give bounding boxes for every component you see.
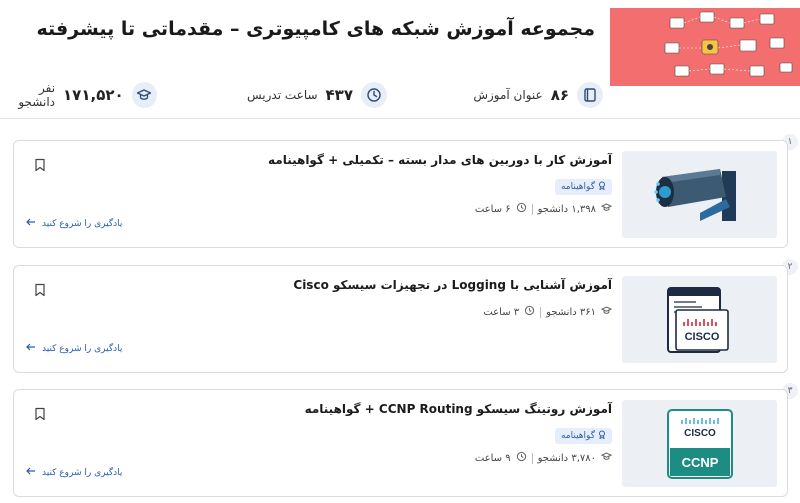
start-learning-label: یادگیری را شروع کنید (42, 467, 123, 478)
course-title[interactable]: آموزش آشنایی با Logging در تجهیزات سیسکو… (293, 278, 612, 292)
bookmark-icon[interactable] (34, 407, 46, 421)
course-duration: ۹ ساعت (474, 452, 511, 464)
cctv-camera-icon (654, 169, 736, 221)
graduation-cap-icon (600, 305, 613, 319)
certificate-icon (598, 181, 606, 193)
course-thumbnail[interactable] (622, 151, 777, 238)
arrow-left-icon (26, 467, 36, 478)
stat-hours: ۴۳۷ ساعت تدریس (247, 80, 387, 110)
header-divider (0, 118, 800, 119)
start-learning-link[interactable]: یادگیری را شروع کنید (26, 467, 122, 478)
stat-courses-value: ۸۶ (550, 86, 569, 104)
course-duration: ۳ ساعت (483, 306, 520, 318)
stat-courses-label: عنوان آموزش (473, 88, 543, 102)
stat-students-label: نفر دانشجو (18, 81, 56, 109)
stat-students: ۱۷۱,۵۲۰ نفر دانشجو (0, 80, 157, 110)
course-students: ۱,۳۹۸ دانشجو (537, 203, 596, 215)
course-title[interactable]: آموزش کار با دوربین های مدار بسته – تکمی… (268, 153, 612, 167)
course-duration: ۶ ساعت (474, 203, 511, 215)
stat-hours-label: ساعت تدریس (246, 88, 318, 102)
course-students: ۳,۷۸۰ دانشجو (537, 452, 596, 464)
graduation-cap-icon (131, 82, 157, 108)
ccnp-badge-icon: CISCO CCNP (667, 409, 733, 479)
certificate-badge: گواهینامه (554, 428, 612, 444)
course-thumbnail[interactable]: CISCO CCNP (622, 400, 777, 487)
arrow-left-icon (26, 343, 36, 354)
certificate-label: گواهینامه (560, 431, 595, 441)
course-meta: ۱,۳۹۸ دانشجو ۶ ساعت (474, 202, 613, 216)
clock-icon (361, 82, 387, 108)
certificate-icon (598, 430, 606, 442)
course-card[interactable]: CISCO آموزش آشنایی با Logging در تجهیزات… (13, 265, 788, 373)
stat-hours-value: ۴۳۷ (325, 86, 353, 104)
course-card[interactable]: آموزش کار با دوربین های مدار بسته – تکمی… (13, 140, 788, 248)
clock-icon (516, 202, 527, 216)
book-icon (577, 82, 603, 108)
page-title: مجموعه آموزش شبکه های کامپیوتری – مقدمات… (36, 18, 595, 40)
course-meta: ۳۶۱ دانشجو ۳ ساعت (483, 305, 613, 319)
course-card[interactable]: CISCO CCNP آموزش روتینگ سیسکو CCNP Routi… (13, 389, 788, 497)
certificate-badge: گواهینامه (554, 179, 612, 195)
meta-separator (531, 203, 533, 215)
course-meta: ۳,۷۸۰ دانشجو ۹ ساعت (474, 451, 613, 465)
clock-icon (524, 305, 535, 319)
svg-text:CISCO: CISCO (685, 331, 720, 343)
start-learning-label: یادگیری را شروع کنید (42, 343, 123, 354)
start-learning-link[interactable]: یادگیری را شروع کنید (26, 343, 122, 354)
course-title[interactable]: آموزش روتینگ سیسکو CCNP Routing + گواهین… (305, 402, 612, 416)
bookmark-icon[interactable] (34, 283, 46, 297)
start-learning-label: یادگیری را شروع کنید (42, 218, 123, 229)
svg-text:CCNP: CCNP (682, 455, 719, 470)
stat-students-value: ۱۷۱,۵۲۰ (63, 86, 124, 104)
course-students: ۳۶۱ دانشجو (546, 306, 596, 318)
meta-separator (531, 452, 533, 464)
course-thumbnail[interactable]: CISCO (622, 276, 777, 363)
header-illustration (610, 8, 800, 86)
stat-courses: ۸۶ عنوان آموزش (473, 80, 603, 110)
cisco-window-icon: CISCO (667, 287, 729, 353)
start-learning-link[interactable]: یادگیری را شروع کنید (26, 218, 122, 229)
arrow-left-icon (26, 218, 36, 229)
svg-text:CISCO: CISCO (684, 428, 716, 439)
graduation-cap-icon (600, 451, 613, 465)
certificate-label: گواهینامه (560, 182, 595, 192)
bookmark-icon[interactable] (34, 158, 46, 172)
graduation-cap-icon (600, 202, 613, 216)
meta-separator (540, 306, 542, 318)
clock-icon (516, 451, 527, 465)
